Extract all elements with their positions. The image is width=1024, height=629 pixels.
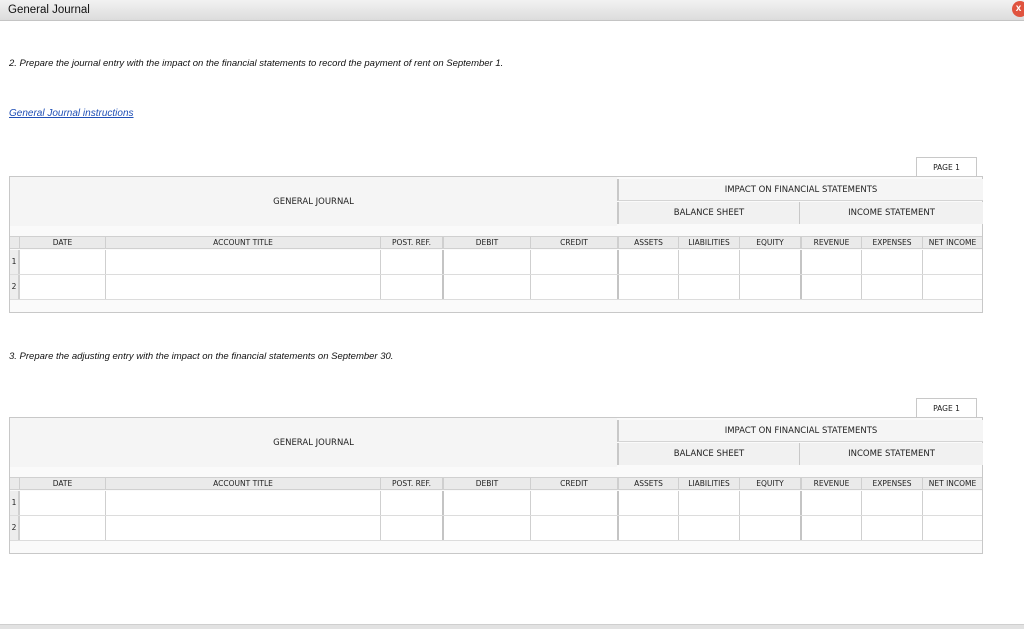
equity-input[interactable] <box>739 250 800 274</box>
equity-input[interactable] <box>739 491 800 515</box>
journal-header: GENERAL JOURNAL <box>10 177 617 226</box>
revenue-input[interactable] <box>800 491 861 515</box>
account-title-input[interactable] <box>105 491 380 515</box>
column-header-date: DATE <box>19 237 105 248</box>
expenses-input[interactable] <box>861 516 922 540</box>
column-header-net-income: NET INCOME <box>922 478 982 489</box>
column-header-equity: EQUITY <box>739 478 800 489</box>
journal-row: 2 <box>10 516 982 541</box>
date-input[interactable] <box>19 516 105 540</box>
column-headers: DATE ACCOUNT TITLE POST. REF. DEBIT CRED… <box>10 236 982 249</box>
credit-input[interactable] <box>530 275 617 299</box>
liabilities-input[interactable] <box>678 516 739 540</box>
column-header-assets: ASSETS <box>617 478 678 489</box>
net-income-input[interactable] <box>922 250 982 274</box>
liabilities-input[interactable] <box>678 250 739 274</box>
revenue-input[interactable] <box>800 516 861 540</box>
column-headers: DATE ACCOUNT TITLE POST. REF. DEBIT CRED… <box>10 477 982 490</box>
page-tab: PAGE 1 <box>916 398 977 418</box>
journal-heading: GENERAL JOURNAL <box>273 438 354 448</box>
journal-header: GENERAL JOURNAL <box>10 418 617 467</box>
window-footer <box>0 624 1024 629</box>
expenses-input[interactable] <box>861 275 922 299</box>
column-header-assets: ASSETS <box>617 237 678 248</box>
column-header-credit: CREDIT <box>530 478 617 489</box>
net-income-input[interactable] <box>922 516 982 540</box>
revenue-input[interactable] <box>800 275 861 299</box>
assets-input[interactable] <box>617 275 678 299</box>
journal-row: 2 <box>10 275 982 300</box>
column-header-post-ref: POST. REF. <box>380 237 442 248</box>
assets-input[interactable] <box>617 516 678 540</box>
assets-input[interactable] <box>617 491 678 515</box>
window-title: General Journal <box>8 4 90 16</box>
row-number: 2 <box>10 275 19 299</box>
assets-input[interactable] <box>617 250 678 274</box>
income-statement-heading: INCOME STATEMENT <box>800 443 983 465</box>
equity-input[interactable] <box>739 275 800 299</box>
date-input[interactable] <box>19 491 105 515</box>
impact-heading: IMPACT ON FINANCIAL STATEMENTS <box>617 179 983 201</box>
column-header-credit: CREDIT <box>530 237 617 248</box>
liabilities-input[interactable] <box>678 275 739 299</box>
column-header-debit: DEBIT <box>442 478 530 489</box>
net-income-input[interactable] <box>922 275 982 299</box>
credit-input[interactable] <box>530 516 617 540</box>
journal-row: 1 <box>10 250 982 275</box>
expenses-input[interactable] <box>861 250 922 274</box>
column-header-net-income: NET INCOME <box>922 237 982 248</box>
balance-sheet-heading: BALANCE SHEET <box>617 443 800 465</box>
journal-row: 1 <box>10 491 982 516</box>
credit-input[interactable] <box>530 491 617 515</box>
instruction-3: 3. Prepare the adjusting entry with the … <box>9 351 394 362</box>
column-header-account-title: ACCOUNT TITLE <box>105 478 380 489</box>
row-number: 2 <box>10 516 19 540</box>
date-input[interactable] <box>19 250 105 274</box>
column-header-expenses: EXPENSES <box>861 478 922 489</box>
column-header-equity: EQUITY <box>739 237 800 248</box>
column-header-liabilities: LIABILITIES <box>678 237 739 248</box>
debit-input[interactable] <box>442 491 530 515</box>
column-header-post-ref: POST. REF. <box>380 478 442 489</box>
account-title-input[interactable] <box>105 516 380 540</box>
general-journal-table-2: GENERAL JOURNAL IMPACT ON FINANCIAL STAT… <box>9 417 983 554</box>
row-number: 1 <box>10 491 19 515</box>
balance-sheet-heading: BALANCE SHEET <box>617 202 800 224</box>
debit-input[interactable] <box>442 250 530 274</box>
instruction-2: 2. Prepare the journal entry with the im… <box>9 58 504 69</box>
debit-input[interactable] <box>442 516 530 540</box>
column-header-liabilities: LIABILITIES <box>678 478 739 489</box>
debit-input[interactable] <box>442 275 530 299</box>
column-header-revenue: REVENUE <box>800 237 861 248</box>
revenue-input[interactable] <box>800 250 861 274</box>
equity-input[interactable] <box>739 516 800 540</box>
account-title-input[interactable] <box>105 250 380 274</box>
net-income-input[interactable] <box>922 491 982 515</box>
journal-heading: GENERAL JOURNAL <box>273 197 354 207</box>
date-input[interactable] <box>19 275 105 299</box>
column-header-debit: DEBIT <box>442 237 530 248</box>
column-header-date: DATE <box>19 478 105 489</box>
window-titlebar: General Journal x <box>0 0 1024 21</box>
general-journal-table-1: GENERAL JOURNAL IMPACT ON FINANCIAL STAT… <box>9 176 983 313</box>
expenses-input[interactable] <box>861 491 922 515</box>
credit-input[interactable] <box>530 250 617 274</box>
column-header-account-title: ACCOUNT TITLE <box>105 237 380 248</box>
post-ref-input[interactable] <box>380 275 442 299</box>
post-ref-input[interactable] <box>380 516 442 540</box>
column-header-expenses: EXPENSES <box>861 237 922 248</box>
page-tab: PAGE 1 <box>916 157 977 177</box>
income-statement-heading: INCOME STATEMENT <box>800 202 983 224</box>
column-header-revenue: REVENUE <box>800 478 861 489</box>
post-ref-input[interactable] <box>380 250 442 274</box>
close-icon[interactable]: x <box>1012 1 1024 17</box>
post-ref-input[interactable] <box>380 491 442 515</box>
general-journal-instructions-link[interactable]: General Journal instructions <box>9 108 134 119</box>
account-title-input[interactable] <box>105 275 380 299</box>
row-number: 1 <box>10 250 19 274</box>
impact-heading: IMPACT ON FINANCIAL STATEMENTS <box>617 420 983 442</box>
liabilities-input[interactable] <box>678 491 739 515</box>
